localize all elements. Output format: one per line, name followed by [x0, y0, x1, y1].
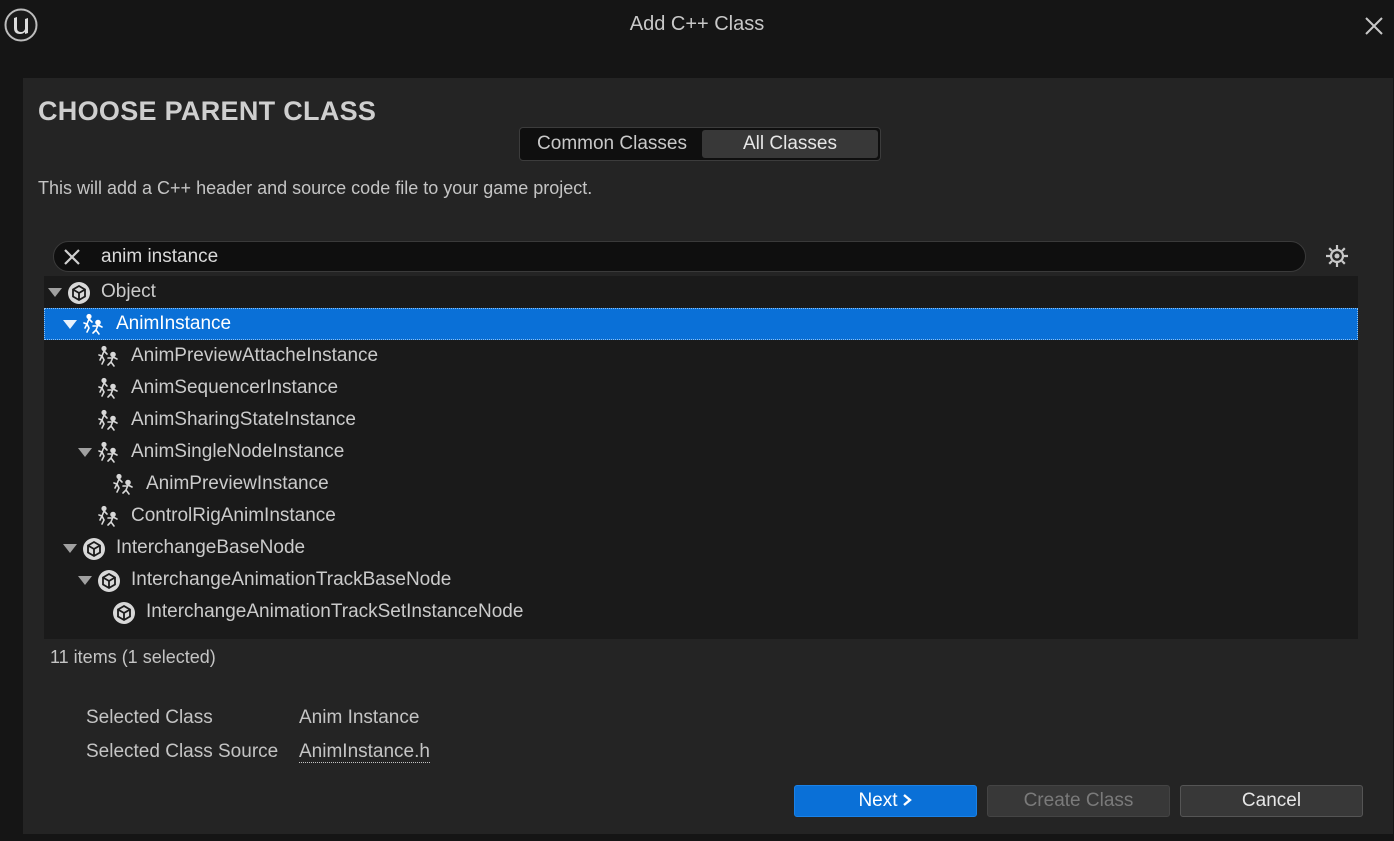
- selected-class-source-link[interactable]: AnimInstance.h: [299, 741, 430, 763]
- tree-row-label: AnimInstance: [116, 313, 232, 334]
- object-class-icon: [68, 282, 90, 304]
- tree-row-label: ControlRigAnimInstance: [131, 505, 336, 526]
- tree-row-animsharingstateinstance[interactable]: AnimSharingStateInstance: [44, 404, 1358, 436]
- object-class-icon: [83, 538, 105, 560]
- tab-common-classes[interactable]: Common Classes: [522, 130, 702, 158]
- tree-row-label: InterchangeAnimationTrackSetInstanceNode: [146, 601, 524, 622]
- tree-row-interchangeanimationtrackbasenode[interactable]: InterchangeAnimationTrackBaseNode: [44, 564, 1358, 596]
- tree-row-animinstance[interactable]: AnimInstance: [44, 308, 1358, 340]
- selected-class-source-label: Selected Class Source: [86, 741, 279, 762]
- next-button[interactable]: Next: [794, 785, 977, 817]
- anim-class-icon: [113, 473, 133, 495]
- tree-row-label: AnimSingleNodeInstance: [131, 441, 345, 462]
- expand-arrow-icon[interactable]: [78, 448, 92, 457]
- tree-row-interchangebasenode[interactable]: InterchangeBaseNode: [44, 532, 1358, 564]
- expand-arrow-icon[interactable]: [63, 320, 77, 329]
- anim-class-icon: [98, 409, 118, 431]
- tree-row-interchangeanimationtracksetinstancenode[interactable]: InterchangeAnimationTrackSetInstanceNode: [44, 596, 1358, 628]
- class-tabs: Common Classes All Classes: [519, 127, 881, 161]
- tree-row-label: AnimSequencerInstance: [131, 377, 339, 398]
- tree-row-label: AnimSharingStateInstance: [131, 409, 356, 430]
- tree-row-label: InterchangeAnimationTrackBaseNode: [131, 569, 452, 590]
- anim-class-icon: [98, 441, 118, 463]
- anim-class-icon: [98, 377, 118, 399]
- anim-class-icon: [98, 345, 118, 367]
- chevron-right-icon: [902, 794, 912, 806]
- anim-class-icon: [83, 313, 103, 335]
- tree-row-label: AnimPreviewAttacheInstance: [131, 345, 379, 366]
- tree-row-animpreviewattacheinstance[interactable]: AnimPreviewAttacheInstance: [44, 340, 1358, 372]
- create-class-button[interactable]: Create Class: [987, 785, 1170, 817]
- expand-arrow-icon[interactable]: [48, 288, 62, 297]
- window-title: Add C++ Class: [629, 13, 765, 35]
- source-file-link[interactable]: AnimInstance.h: [299, 741, 430, 763]
- next-button-label: Next: [858, 790, 898, 811]
- clear-search-icon[interactable]: [62, 247, 82, 267]
- gear-icon[interactable]: [1324, 243, 1350, 269]
- object-class-icon: [98, 570, 120, 592]
- selected-class-value: Anim Instance: [299, 707, 420, 728]
- tree-row-label: AnimPreviewInstance: [146, 473, 329, 494]
- item-count: 11 items (1 selected): [50, 647, 216, 667]
- object-class-icon: [113, 602, 135, 624]
- cancel-button[interactable]: Cancel: [1180, 785, 1363, 817]
- class-tree: Object AnimInstance AnimPreviewAttacheIn…: [44, 276, 1358, 639]
- tree-row-animsequencerinstance[interactable]: AnimSequencerInstance: [44, 372, 1358, 404]
- selected-class-label: Selected Class: [86, 707, 213, 728]
- description-text: This will add a C++ header and source co…: [38, 178, 593, 198]
- tree-row-label: Object: [101, 281, 156, 302]
- close-icon[interactable]: [1362, 14, 1386, 38]
- tree-row-label: InterchangeBaseNode: [116, 537, 306, 558]
- title-bar: Add C++ Class: [0, 0, 1394, 50]
- tree-row-controlriganiminstance[interactable]: ControlRigAnimInstance: [44, 500, 1358, 532]
- tree-row-object[interactable]: Object: [44, 276, 1358, 308]
- anim-class-icon: [98, 505, 118, 527]
- tree-row-animsinglenodeinstance[interactable]: AnimSingleNodeInstance: [44, 436, 1358, 468]
- expand-arrow-icon[interactable]: [78, 576, 92, 585]
- search-box: [53, 241, 1306, 272]
- tree-row-animpreviewinstance[interactable]: AnimPreviewInstance: [44, 468, 1358, 500]
- page-title: CHOOSE PARENT CLASS: [38, 96, 377, 126]
- dialog-panel: CHOOSE PARENT CLASS Common Classes All C…: [23, 78, 1393, 834]
- tab-all-classes[interactable]: All Classes: [702, 130, 878, 158]
- search-input[interactable]: [101, 242, 1291, 271]
- expand-arrow-icon[interactable]: [63, 544, 77, 553]
